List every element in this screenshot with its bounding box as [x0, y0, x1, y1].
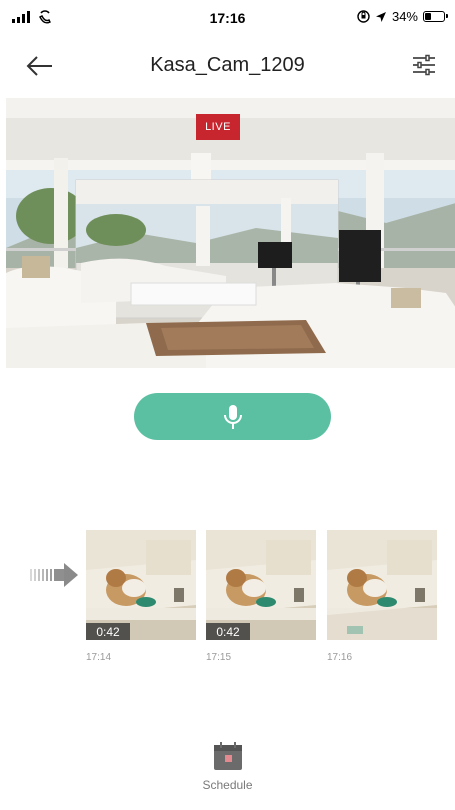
header: Kasa_Cam_1209 [0, 38, 455, 96]
orientation-lock-icon [357, 10, 370, 23]
battery-percent: 34% [391, 9, 418, 24]
clip-time: 17:16 [327, 652, 353, 663]
battery-level [425, 13, 431, 20]
microphone-icon [223, 404, 242, 429]
schedule-button[interactable]: Schedule [0, 740, 455, 792]
clip-duration: 0:42 [206, 623, 250, 640]
settings-button[interactable] [411, 52, 437, 78]
clip-thumbnail: 0:42 [86, 530, 196, 640]
clip-thumbnail: 0:42 [206, 530, 316, 640]
app-screen: 17:16 34% Kasa_Cam_1209 LIVE 0:42 17:14 … [0, 0, 455, 810]
clip-item[interactable]: 0:42 17:14 [86, 530, 196, 663]
clips-arrow-icon [30, 563, 80, 587]
schedule-label: Schedule [202, 778, 253, 792]
clip-item[interactable]: 0:42 17:15 [206, 530, 316, 663]
push-to-talk-button[interactable] [134, 393, 331, 440]
status-bar: 17:16 34% [0, 0, 455, 38]
battery-icon [423, 11, 448, 22]
clip-time: 17:14 [86, 652, 112, 663]
calendar-icon [212, 740, 244, 772]
live-badge: LIVE [196, 114, 240, 140]
page-title: Kasa_Cam_1209 [150, 54, 305, 76]
event-clips: 0:42 17:14 0:42 17:15 17:16 [86, 530, 446, 670]
camera-live-view[interactable]: LIVE [6, 98, 455, 368]
sliders-icon [413, 54, 435, 76]
clip-duration: 0:42 [86, 623, 130, 640]
clip-thumbnail [327, 530, 437, 640]
status-right: 34% [357, 9, 448, 24]
clip-item[interactable]: 17:16 [327, 530, 437, 663]
clip-time: 17:15 [206, 652, 232, 663]
location-icon [375, 11, 386, 22]
